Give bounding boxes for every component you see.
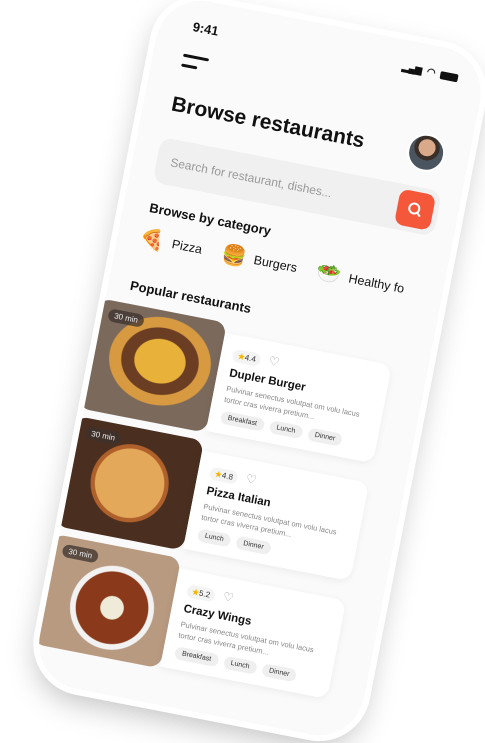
tag: Dinner	[260, 663, 298, 683]
tag: Dinner	[306, 427, 344, 447]
search-icon	[408, 202, 421, 218]
tag: Lunch	[268, 420, 304, 440]
category-label: Healthy fo	[347, 270, 406, 296]
category-pizza[interactable]: 🍕 Pizza	[137, 225, 204, 262]
rating-badge: ★5.2	[185, 584, 217, 603]
tag: Breakfast	[219, 410, 265, 432]
heart-icon[interactable]: ♡	[222, 589, 235, 605]
avatar[interactable]	[403, 130, 449, 176]
category-label: Pizza	[170, 236, 204, 257]
search-button[interactable]	[393, 188, 437, 231]
search-placeholder: Search for restaurant, dishes...	[169, 155, 334, 201]
tag: Lunch	[222, 655, 258, 675]
wifi-icon: ◠	[425, 66, 437, 79]
status-bar: 9:41 ▂▄▆ ◠	[192, 19, 460, 85]
tag: Dinner	[235, 535, 272, 556]
category-burgers[interactable]: 🍔 Burgers	[219, 241, 299, 280]
phone-screen: 9:41 ▂▄▆ ◠ Browse restaurants Search for …	[31, 0, 485, 743]
heart-icon[interactable]: ♡	[245, 471, 258, 487]
menu-icon[interactable]	[180, 53, 210, 79]
tag: Breakfast	[173, 646, 220, 668]
battery-icon	[439, 70, 459, 82]
category-healthy[interactable]: 🥗 Healthy fo	[314, 259, 406, 301]
signal-icon: ▂▄▆	[401, 61, 423, 76]
wings-image	[32, 533, 182, 669]
rating-badge: ★4.8	[208, 466, 240, 485]
rating-badge: ★4.4	[231, 348, 262, 367]
heart-icon[interactable]: ♡	[268, 354, 281, 370]
pizza-icon: 🍕	[137, 226, 167, 254]
category-label: Burgers	[252, 252, 299, 275]
status-time: 9:41	[191, 19, 220, 39]
salad-icon: 🥗	[314, 261, 344, 288]
burger-icon: 🍔	[219, 242, 249, 270]
burger-image	[78, 298, 228, 433]
pizza-image	[55, 415, 205, 551]
tag: Lunch	[196, 528, 232, 548]
